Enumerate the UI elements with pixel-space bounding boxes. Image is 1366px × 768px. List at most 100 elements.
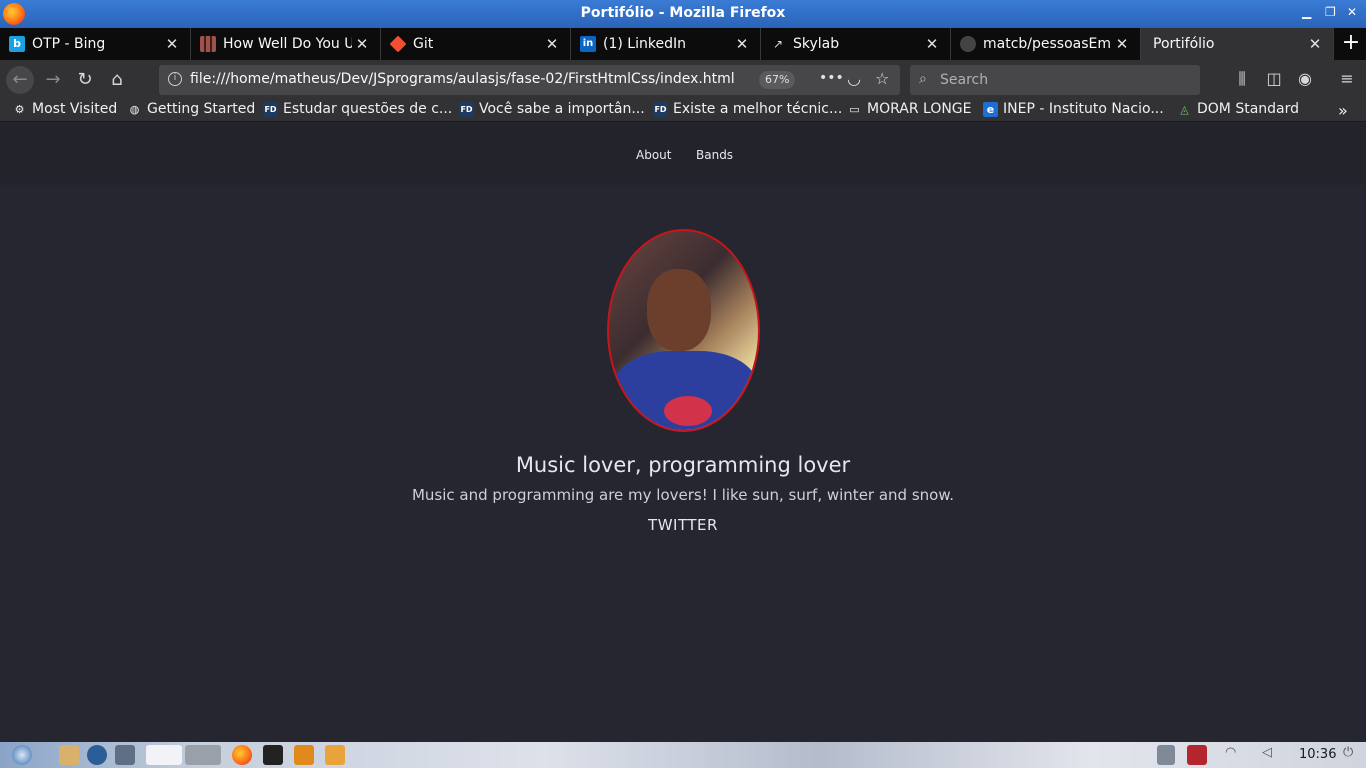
- window-titlebar: Portifólio - Mozilla Firefox ▁ ❐ ✕: [0, 0, 1366, 28]
- tab-label: Portifólio: [1153, 36, 1215, 52]
- tab-label: matcb/pessoasEmu: [983, 36, 1112, 52]
- twitter-link[interactable]: TWITTER: [0, 516, 1366, 534]
- bookmark-label: INEP - Instituto Nacio...: [1003, 101, 1164, 117]
- task-firefox[interactable]: [146, 745, 182, 765]
- tab-label: (1) LinkedIn: [603, 36, 686, 52]
- tab-label: How Well Do You U: [223, 36, 352, 52]
- close-tab-icon[interactable]: ✕: [162, 35, 182, 53]
- tab-git[interactable]: Git ✕: [381, 28, 571, 60]
- page-actions-icon[interactable]: •••: [819, 70, 844, 86]
- start-menu-icon[interactable]: [12, 745, 32, 765]
- nav-toolbar: ← → ↻ ⌂ i file:///home/matheus/Dev/JSpro…: [0, 60, 1366, 100]
- back-button[interactable]: ←: [6, 66, 34, 94]
- bookmark-label: Você sabe a importân...: [479, 101, 645, 117]
- volume-icon[interactable]: ◁: [1262, 745, 1282, 765]
- wifi-icon[interactable]: ◠: [1225, 745, 1245, 765]
- zoom-indicator[interactable]: 67%: [759, 71, 796, 89]
- library-icon[interactable]: ⫼: [1231, 69, 1253, 89]
- windows-icon[interactable]: [115, 745, 135, 765]
- pocket-icon[interactable]: ◡: [847, 69, 861, 88]
- tab-linkedin[interactable]: in (1) LinkedIn ✕: [571, 28, 761, 60]
- nav-link-bands[interactable]: Bands: [696, 148, 733, 162]
- ie-icon: e: [983, 101, 998, 117]
- bookmark-morar-longe[interactable]: ▭ MORAR LONGE: [847, 101, 972, 117]
- info-icon[interactable]: i: [168, 72, 182, 86]
- tab-otp-bing[interactable]: b OTP - Bing ✕: [0, 28, 191, 60]
- sublime-icon[interactable]: [294, 745, 314, 765]
- git-icon: [389, 35, 407, 53]
- forward-button[interactable]: →: [40, 68, 66, 92]
- linkedin-icon: in: [580, 36, 596, 52]
- folder-icon[interactable]: [325, 745, 345, 765]
- tab-portifolio[interactable]: Portifólio ✕: [1141, 28, 1334, 60]
- bookmark-inep[interactable]: e INEP - Instituto Nacio...: [983, 101, 1164, 117]
- tab-label: Git: [413, 36, 434, 52]
- profile-bio: Music and programming are my lovers! I l…: [411, 486, 954, 504]
- battery-icon[interactable]: [1157, 745, 1175, 765]
- bookmark-label: MORAR LONGE: [867, 101, 972, 117]
- bookmark-estudar[interactable]: FD Estudar questões de c...: [263, 101, 452, 117]
- power-icon[interactable]: ⏻: [1343, 745, 1361, 765]
- photo-shirt-print: [664, 396, 712, 426]
- grid-icon: [200, 36, 216, 52]
- gear-icon: ⚙: [14, 102, 25, 116]
- bing-icon: b: [9, 36, 25, 52]
- close-tab-icon[interactable]: ✕: [542, 35, 562, 53]
- close-tab-icon[interactable]: ✕: [1305, 35, 1325, 53]
- url-bar[interactable]: i file:///home/matheus/Dev/JSprograms/au…: [159, 65, 900, 95]
- bookmark-star-icon[interactable]: ☆: [875, 69, 889, 88]
- new-tab-button[interactable]: +: [1336, 28, 1366, 60]
- sidebar-icon[interactable]: ◫: [1263, 69, 1285, 88]
- tab-label: Skylab: [793, 36, 840, 52]
- record-icon[interactable]: [1187, 745, 1207, 765]
- tab-github[interactable]: matcb/pessoasEmu ✕: [951, 28, 1141, 60]
- profile-photo: [607, 229, 760, 432]
- tab-strip: b OTP - Bing ✕ How Well Do You U ✕ Git ✕…: [0, 28, 1366, 60]
- close-tab-icon[interactable]: ✕: [1112, 35, 1132, 53]
- account-icon[interactable]: ◉: [1294, 69, 1316, 88]
- tab-how-well[interactable]: How Well Do You U ✕: [191, 28, 381, 60]
- profile-headline: Music lover, programming lover: [515, 453, 851, 477]
- bookmark-dom-standard[interactable]: ◬ DOM Standard: [1177, 101, 1299, 117]
- minimize-icon[interactable]: ▁: [1302, 5, 1311, 19]
- globe-icon[interactable]: [87, 745, 107, 765]
- bookmark-label: DOM Standard: [1197, 101, 1300, 117]
- menu-icon[interactable]: ≡: [1336, 69, 1358, 88]
- home-button[interactable]: ⌂: [104, 68, 130, 92]
- dom-icon: ◬: [1180, 102, 1189, 116]
- window-title: Portifólio - Mozilla Firefox: [580, 5, 786, 21]
- skylab-icon: ↗: [772, 37, 784, 51]
- restore-icon[interactable]: ❐: [1325, 5, 1336, 19]
- bookmark-existe[interactable]: FD Existe a melhor técnic...: [653, 101, 842, 117]
- tab-skylab[interactable]: ↗ Skylab ✕: [761, 28, 951, 60]
- bookmark-label: Getting Started: [147, 101, 256, 117]
- folder-icon: ▭: [849, 102, 860, 116]
- reload-button[interactable]: ↻: [72, 68, 98, 92]
- firefox-icon[interactable]: [232, 745, 252, 765]
- close-tab-icon[interactable]: ✕: [922, 35, 942, 53]
- desktop-taskbar: ◠ ◁ 10:36 ⏻: [0, 742, 1366, 768]
- terminal-icon[interactable]: [263, 745, 283, 765]
- bookmark-label: Estudar questões de c...: [283, 101, 453, 117]
- url-text[interactable]: file:///home/matheus/Dev/JSprograms/aula…: [190, 71, 735, 87]
- site-nav: About Bands: [0, 123, 1366, 185]
- search-input[interactable]: [940, 69, 1190, 91]
- nav-link-about[interactable]: About: [636, 148, 671, 162]
- bookmark-getting-started[interactable]: ◍ Getting Started: [127, 101, 256, 117]
- fd-icon: FD: [459, 101, 474, 117]
- search-bar[interactable]: ⌕: [910, 65, 1200, 95]
- close-window-icon[interactable]: ✕: [1347, 5, 1357, 19]
- bookmark-most-visited[interactable]: ⚙ Most Visited: [12, 101, 118, 117]
- bookmarks-overflow-icon[interactable]: »: [1338, 101, 1348, 120]
- fd-icon: FD: [653, 101, 668, 117]
- globe-icon: ◍: [129, 102, 140, 116]
- close-tab-icon[interactable]: ✕: [732, 35, 752, 53]
- search-icon: ⌕: [919, 71, 927, 87]
- page-content: About Bands Music lover, programming lov…: [0, 123, 1366, 742]
- bookmark-voce-sabe[interactable]: FD Você sabe a importân...: [459, 101, 645, 117]
- close-tab-icon[interactable]: ✕: [352, 35, 372, 53]
- tab-label: OTP - Bing: [32, 36, 106, 52]
- github-icon: [960, 36, 976, 52]
- file-manager-icon[interactable]: [59, 745, 79, 765]
- task-empty[interactable]: [185, 745, 221, 765]
